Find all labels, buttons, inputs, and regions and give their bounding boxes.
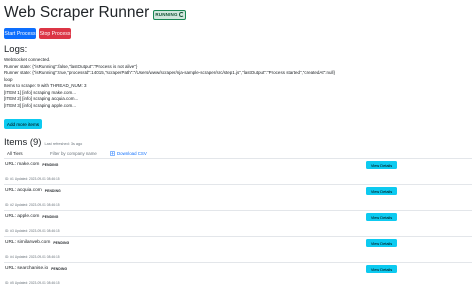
download-icon [110,150,115,156]
status-badge: PENDING [51,266,68,271]
view-details-button[interactable]: View Details [366,213,397,221]
item-url-label: URL: searchanise.io [5,266,49,271]
item-url: URL: make.com PENDING [5,162,58,167]
status-badge: PENDING [42,214,59,219]
status-badge: PENDING [44,188,61,193]
status-badge: PENDING [53,240,70,245]
logs-heading: Logs: [4,44,28,55]
view-details-button[interactable]: View Details [366,239,397,247]
tier-select[interactable]: All Tiers [4,149,38,157]
item-meta: ID: #4 Updated: 2023-09-01 08:46:15 [5,255,60,259]
status-badge: RUNNING [153,9,186,20]
view-details-button[interactable]: View Details [366,187,397,195]
item-url-label: URL: apple.com [5,214,40,219]
list-item: URL: acquia.com PENDING ID: #2 Updated: … [4,184,472,209]
item-meta: ID: #1 Updated: 2023-09-01 08:46:15 [5,177,60,181]
list-item: URL: make.com PENDING ID: #1 Updated: 20… [4,158,472,183]
items-header: Items (9) Last refreshed: 3s ago [4,137,82,148]
items-heading: Items (9) [4,137,42,148]
company-filter-input[interactable]: Filter by company name [48,149,102,157]
status-badge: PENDING [42,162,59,167]
item-url: URL: apple.com PENDING [5,214,58,219]
filter-bar: All Tiers Filter by company name Downloa… [4,149,147,157]
log-line: [ITEM 3] [info] scraping apple.com... [4,102,77,108]
item-url-label: URL: acquia.com [5,188,42,193]
view-details-button[interactable]: View Details [366,265,397,273]
item-url-label: URL: make.com [5,162,40,167]
list-item: URL: apple.com PENDING ID: #3 Updated: 2… [4,210,472,235]
item-meta: ID: #3 Updated: 2023-09-01 08:46:15 [5,229,60,233]
download-csv-link[interactable]: Download CSV [110,150,147,156]
item-meta: ID: #2 Updated: 2023-09-01 08:46:15 [5,203,60,207]
header: Web Scraper Runner RUNNING [4,4,186,22]
view-details-button[interactable]: View Details [366,161,397,169]
list-item: URL: similarweb.com PENDING ID: #4 Updat… [4,236,472,261]
item-url: URL: acquia.com PENDING [5,188,61,193]
download-csv-label: Download CSV [117,150,147,156]
page-title: Web Scraper Runner [4,4,150,21]
spinner-icon [178,12,184,17]
add-items-button[interactable]: Add more items [4,119,42,129]
item-url-label: URL: similarweb.com [5,240,51,245]
start-process-button[interactable]: Start Process [4,28,36,39]
item-meta: ID: #5 Updated: 2023-09-01 08:46:15 [5,281,60,285]
item-url: URL: searchanise.io PENDING [5,266,67,271]
status-badge-label: RUNNING [155,11,178,17]
last-refreshed: Last refreshed: 3s ago [44,142,83,146]
stop-process-button[interactable]: Stop Process [39,28,71,39]
log-output: WebSocket connected. Runner state: {"isR… [4,57,469,109]
list-item: URL: searchanise.io PENDING ID: #5 Updat… [4,262,472,287]
item-url: URL: similarweb.com PENDING [5,240,69,245]
